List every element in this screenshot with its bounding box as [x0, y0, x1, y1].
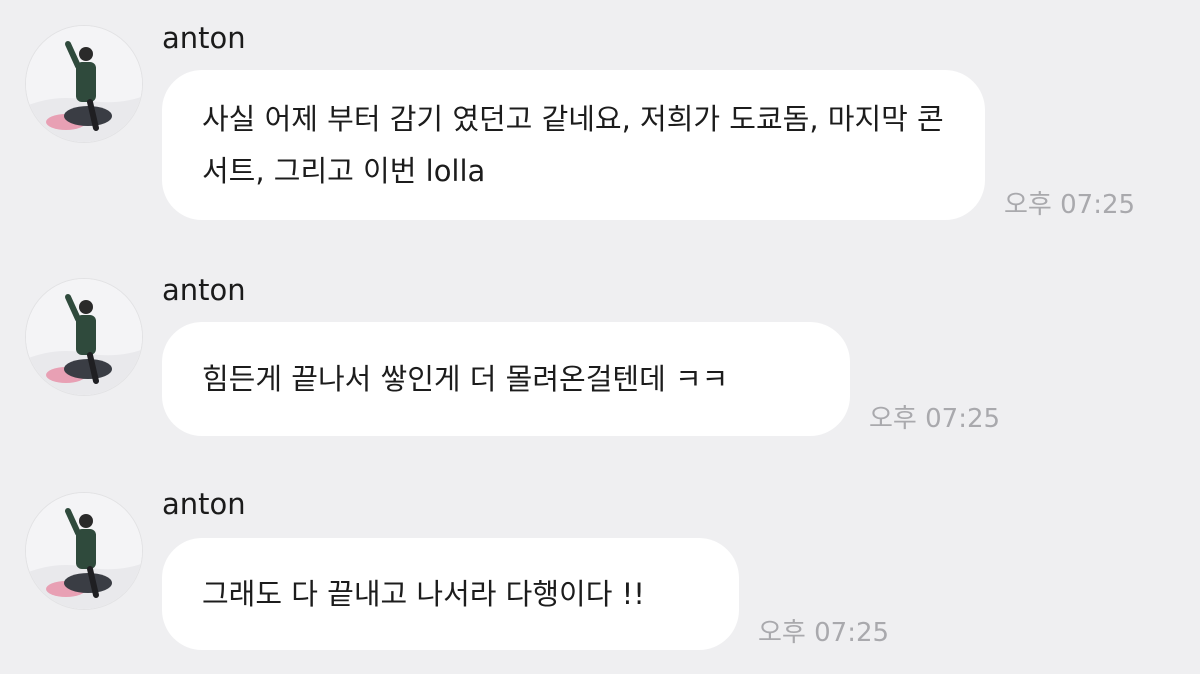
sender-name: anton: [162, 21, 246, 55]
message-text: 그래도 다 끝내고 나서라 다행이다 !!: [202, 577, 645, 611]
profile-avatar-icon[interactable]: [25, 25, 143, 143]
message-timestamp: 오후 07:25: [758, 618, 890, 648]
message-text: 사실 어제 부터 감기 였던고 같네요, 저희가 도쿄돔, 마지막 콘서트, 그…: [202, 102, 944, 188]
sender-name: anton: [162, 487, 246, 521]
message-timestamp: 오후 07:25: [869, 404, 1001, 434]
message-bubble[interactable]: 그래도 다 끝내고 나서라 다행이다 !!: [162, 538, 739, 650]
message-bubble[interactable]: 사실 어제 부터 감기 였던고 같네요, 저희가 도쿄돔, 마지막 콘서트, 그…: [162, 70, 985, 220]
message-bubble[interactable]: 힘든게 끝나서 쌓인게 더 몰려온걸텐데 ㅋㅋ: [162, 322, 850, 436]
profile-avatar-icon[interactable]: [25, 278, 143, 396]
profile-avatar-icon[interactable]: [25, 492, 143, 610]
message-row: anton 사실 어제 부터 감기 였던고 같네요, 저희가 도쿄돔, 마지막 …: [0, 0, 1200, 230]
message-row: anton 힘든게 끝나서 쌓인게 더 몰려온걸텐데 ㅋㅋ 오후 07:25: [0, 262, 1200, 452]
message-row: anton 그래도 다 끝내고 나서라 다행이다 !! 오후 07:25: [0, 478, 1200, 674]
sender-name: anton: [162, 273, 246, 307]
message-text: 힘든게 끝나서 쌓인게 더 몰려온걸텐데 ㅋㅋ: [202, 362, 729, 396]
message-timestamp: 오후 07:25: [1004, 190, 1136, 220]
